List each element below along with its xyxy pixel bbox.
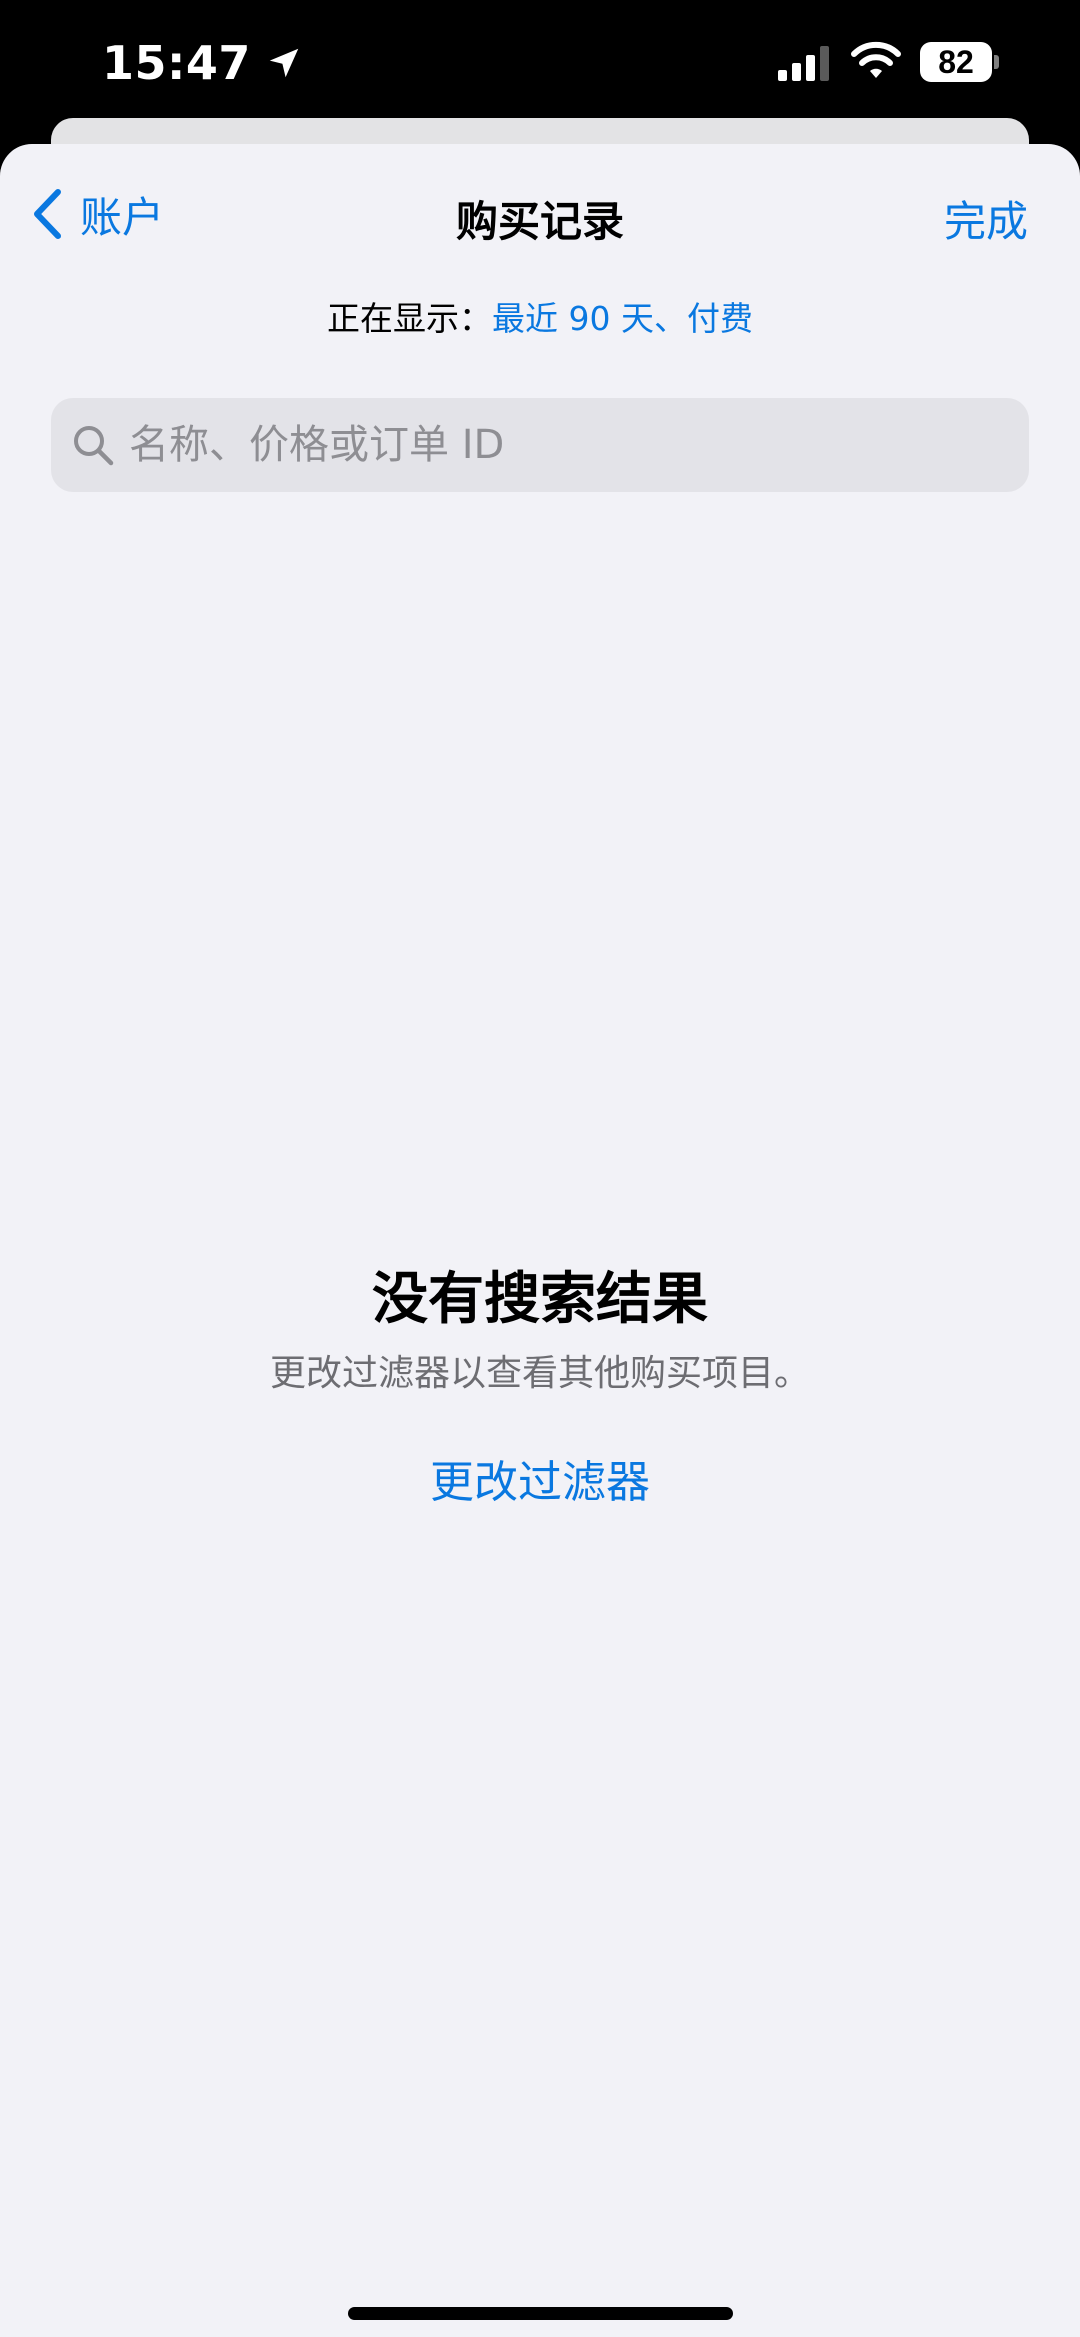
navigation-bar: 账户 购买记录 完成 bbox=[0, 144, 1080, 284]
empty-state-title: 没有搜索结果 bbox=[372, 1267, 708, 1332]
battery-icon: 82 bbox=[920, 42, 999, 82]
empty-state-subtitle: 更改过滤器以查看其他购买项目。 bbox=[269, 1353, 810, 1394]
page-title: 购买记录 bbox=[455, 197, 624, 246]
purchase-history-sheet: 账户 购买记录 完成 正在显示：最近 90 天、付费 没有搜索结果 更改过滤器以… bbox=[0, 144, 1080, 2337]
status-time: 15:47 bbox=[102, 36, 303, 90]
battery-level: 82 bbox=[920, 42, 992, 82]
home-indicator[interactable] bbox=[348, 2307, 733, 2320]
search-icon bbox=[74, 426, 114, 466]
location-arrow-icon bbox=[269, 48, 299, 78]
filter-summary: 正在显示：最近 90 天、付费 bbox=[0, 292, 1080, 340]
empty-state-action: 更改过滤器 bbox=[0, 1446, 1080, 1510]
status-bar: 15:47 82 bbox=[0, 0, 1080, 130]
status-time-text: 15:47 bbox=[102, 36, 251, 90]
wifi-icon bbox=[851, 41, 901, 78]
filter-prefix: 正在显示： bbox=[327, 299, 492, 338]
search-bar[interactable] bbox=[51, 398, 1029, 492]
change-filter-button[interactable]: 更改过滤器 bbox=[430, 1457, 650, 1508]
battery-tip bbox=[994, 55, 999, 69]
done-button[interactable]: 完成 bbox=[944, 188, 1028, 249]
search-input[interactable] bbox=[129, 415, 989, 475]
filter-link[interactable]: 最近 90 天、付费 bbox=[492, 299, 753, 338]
screen: 15:47 82 账户 购买记录 完成 正在显示：最近 90 天、付费 名称、价… bbox=[0, 0, 1080, 2337]
cellular-signal-icon bbox=[778, 46, 829, 81]
